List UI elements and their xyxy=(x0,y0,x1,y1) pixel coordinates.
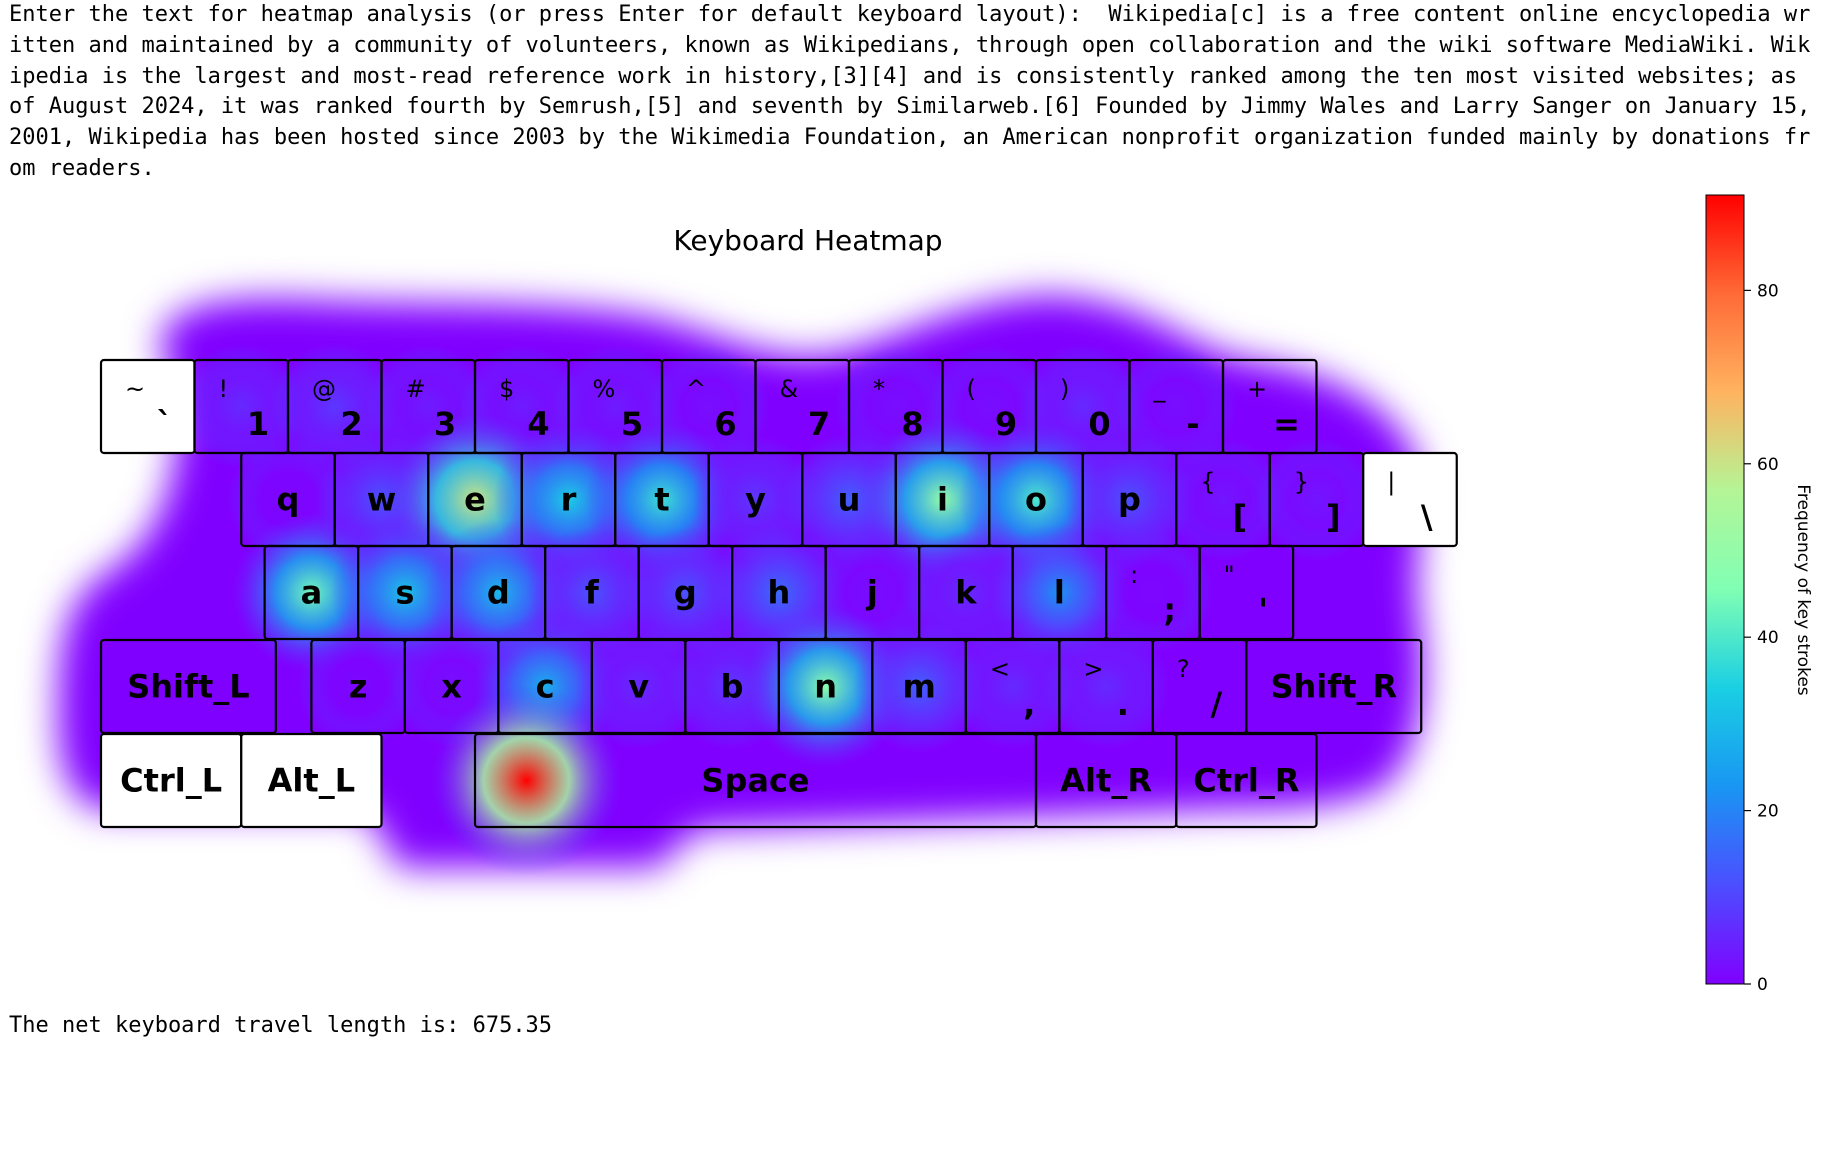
key-ctrl-l: Ctrl_L xyxy=(99,732,243,829)
key-shift-label: & xyxy=(780,375,799,403)
key-label: l xyxy=(1054,574,1065,612)
key-label: m xyxy=(902,668,935,706)
key-label: e xyxy=(464,481,486,519)
key-label: y xyxy=(745,481,766,519)
colorbar-tick-label: 20 xyxy=(1757,802,1779,822)
key-label: o xyxy=(1025,481,1047,519)
key-label: t xyxy=(654,481,669,519)
key-label: Shift_L xyxy=(127,668,249,706)
key-label: n xyxy=(814,668,837,706)
key-main-label: \ xyxy=(1421,498,1433,536)
key-main-label: 0 xyxy=(1088,405,1110,443)
key-main-label: = xyxy=(1273,405,1300,443)
key-shift-label: % xyxy=(593,375,616,403)
key-main-label: ; xyxy=(1163,591,1176,629)
key-outline xyxy=(1362,451,1458,548)
key-main-label: 9 xyxy=(995,405,1017,443)
key-main-label: 3 xyxy=(434,405,456,443)
key-shift-label: * xyxy=(873,375,885,403)
key-label: h xyxy=(767,574,790,612)
key-label: w xyxy=(367,481,397,519)
key-label: q xyxy=(277,481,300,519)
key-main-label: ] xyxy=(1326,498,1341,536)
key-label: b xyxy=(721,668,744,706)
key-label: g xyxy=(674,574,697,612)
key-shift-label: ~ xyxy=(125,375,145,403)
key-label: Ctrl_L xyxy=(120,762,222,800)
key-main-label: ' xyxy=(1258,591,1268,629)
colorbar-tick-label: 0 xyxy=(1757,975,1768,995)
key-shift-label: ^ xyxy=(686,375,706,403)
key-label: u xyxy=(838,481,861,519)
key-shift-label: ( xyxy=(967,375,976,403)
key-shift-label: ) xyxy=(1060,375,1069,403)
key-shift-label: ? xyxy=(1177,655,1190,683)
keyboard-heatmap-chart: Keyboard Heatmap ~`!1@2#3$4%5^6&7*8(9)0_… xyxy=(58,194,1813,995)
key-main-label: 5 xyxy=(621,405,643,443)
key-outline xyxy=(99,358,196,455)
key-main-label: 7 xyxy=(808,405,830,443)
colorbar: 0 20 40 60 80 Frequency of key strokes xyxy=(1705,194,1813,995)
key-label: Ctrl_R xyxy=(1193,762,1299,800)
key-label: p xyxy=(1118,481,1141,519)
key-label: v xyxy=(628,668,649,706)
key-main-label: 8 xyxy=(901,405,923,443)
key-shift-label: < xyxy=(990,655,1010,683)
colorbar-gradient xyxy=(1705,194,1745,985)
key-label: z xyxy=(349,668,368,706)
key-main-label: . xyxy=(1117,685,1129,723)
console-result-text: The net keyboard travel length is: 675.3… xyxy=(9,1013,553,1038)
key-main-label: 2 xyxy=(340,405,362,443)
heat-spot-. xyxy=(1043,623,1169,750)
colorbar-tick-label: 80 xyxy=(1757,281,1779,301)
key-shift-label: > xyxy=(1083,655,1103,683)
key-shift-label: { xyxy=(1200,468,1215,496)
colorbar-tick-label: 60 xyxy=(1757,455,1779,475)
key-shift-label: ! xyxy=(219,375,229,403)
key-main-label: 1 xyxy=(247,405,269,443)
key-label: Alt_R xyxy=(1060,762,1152,800)
key-alt-l: Alt_L xyxy=(240,732,383,829)
key-label: s xyxy=(395,574,414,612)
key-label: r xyxy=(561,481,577,519)
key-label: Alt_L xyxy=(268,762,355,800)
key-main-label: - xyxy=(1186,405,1199,443)
key-shift-label: | xyxy=(1387,468,1395,496)
key-symbol: ~` xyxy=(99,358,196,455)
key-label: f xyxy=(585,574,600,612)
heat-spot-] xyxy=(1255,438,1378,561)
key-label: Shift_R xyxy=(1270,668,1397,706)
key-label: d xyxy=(487,574,510,612)
key-main-label: 6 xyxy=(714,405,736,443)
key-label: a xyxy=(301,574,323,612)
key-main-label: ` xyxy=(157,405,173,443)
key-main-label: [ xyxy=(1232,498,1247,536)
key-label: Space xyxy=(701,762,809,800)
colorbar-label: Frequency of key strokes xyxy=(1793,484,1813,695)
key-shift-label: " xyxy=(1224,561,1235,589)
chart-title: Keyboard Heatmap xyxy=(673,224,942,257)
key-label: x xyxy=(441,668,462,706)
key-label: c xyxy=(536,668,555,706)
key-main-label: 4 xyxy=(527,405,549,443)
key-shift-label: _ xyxy=(1153,375,1167,403)
key-label: i xyxy=(937,481,948,519)
key-shift-label: $ xyxy=(499,375,514,403)
key-shift-label: : xyxy=(1130,561,1138,589)
colorbar-ticks: 0 20 40 60 80 xyxy=(1744,281,1779,995)
key-shift-label: } xyxy=(1294,468,1309,496)
colorbar-tick-label: 40 xyxy=(1757,628,1779,648)
key-shift-label: + xyxy=(1247,375,1267,403)
key-label: k xyxy=(955,574,977,612)
key-label: j xyxy=(865,574,878,612)
key-symbol: |\ xyxy=(1362,451,1458,548)
key-main-label: / xyxy=(1211,685,1223,723)
key-shift-label: # xyxy=(406,375,426,403)
key-shift-label: @ xyxy=(312,375,336,403)
key-main-label: , xyxy=(1023,685,1035,723)
